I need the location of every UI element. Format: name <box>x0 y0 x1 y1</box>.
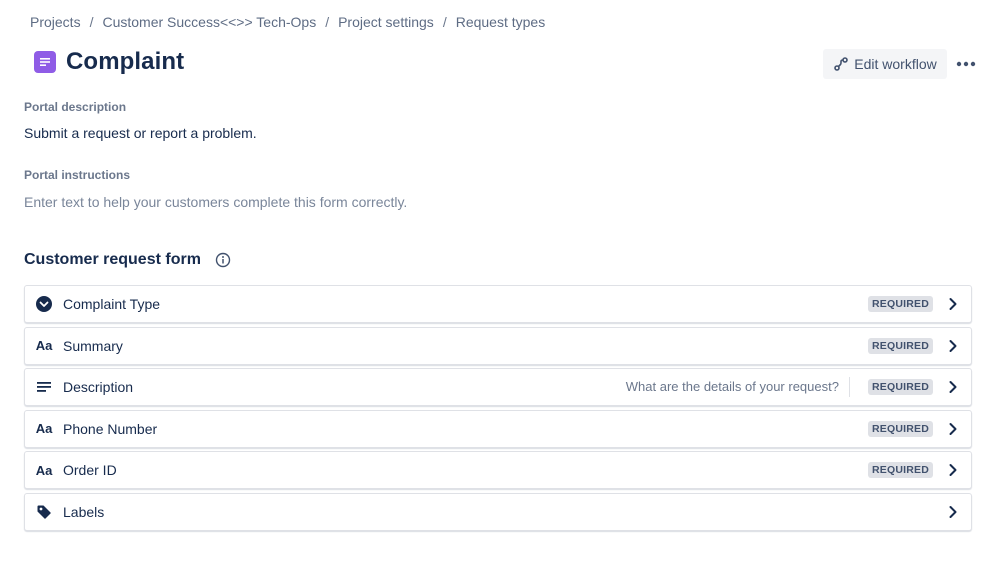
field-label: Description <box>63 379 134 396</box>
breadcrumb: Projects / Customer Success<<>> Tech-Ops / P… <box>30 14 545 30</box>
paragraph-icon <box>35 378 53 396</box>
field-label: Complaint Type <box>63 296 161 312</box>
required-badge: REQUIRED <box>867 296 933 312</box>
info-icon[interactable] <box>215 252 231 268</box>
page-header: Complaint <box>34 48 184 76</box>
required-badge: REQUIRED <box>867 379 933 396</box>
workflow-icon <box>834 57 849 71</box>
text-field-icon: Aa <box>35 338 53 354</box>
select-dropdown-icon <box>35 295 53 313</box>
field-help-text: What are the details of your request? <box>626 377 850 398</box>
breadcrumb-separator: / <box>89 14 94 30</box>
edit-workflow-button[interactable]: Edit workflow <box>823 49 947 79</box>
breadcrumb-projects[interactable]: Projects <box>30 14 81 30</box>
portal-instructions-label: Portal instructions <box>24 168 131 182</box>
section-title-text: Customer request form <box>24 251 201 268</box>
required-badge: REQUIRED <box>867 337 933 354</box>
portal-instructions-input[interactable]: Enter text to help your customers comple… <box>24 194 407 210</box>
more-horizontal-icon <box>956 61 976 67</box>
field-label: Summary <box>63 337 123 354</box>
chevron-right-icon[interactable] <box>945 462 961 478</box>
customer-request-form-heading: Customer request form <box>24 251 231 269</box>
page-title[interactable]: Complaint <box>66 48 184 76</box>
chevron-right-icon[interactable] <box>945 338 961 354</box>
text-field-icon: Aa <box>35 421 53 437</box>
breadcrumb-project-settings[interactable]: Project settings <box>338 14 434 30</box>
breadcrumb-separator: / <box>325 14 330 30</box>
breadcrumb-request-types[interactable]: Request types <box>456 14 546 30</box>
chevron-right-icon[interactable] <box>945 421 961 437</box>
form-field-row-complaint-type[interactable]: Complaint Type REQUIRED <box>24 285 972 323</box>
more-actions-button[interactable] <box>952 52 980 76</box>
chevron-right-icon[interactable] <box>945 504 961 520</box>
breadcrumb-separator: / <box>442 14 447 30</box>
breadcrumb-project[interactable]: Customer Success<<>> Tech-Ops <box>102 14 316 30</box>
field-label: Phone Number <box>63 420 158 437</box>
required-badge: REQUIRED <box>867 420 933 437</box>
text-field-icon: Aa <box>35 462 53 478</box>
label-tag-icon <box>35 503 53 521</box>
form-field-row-description[interactable]: Description What are the details of your… <box>24 368 972 407</box>
form-fields-list: Complaint Type REQUIRED Aa Summary REQUI… <box>24 285 972 535</box>
portal-description-value[interactable]: Submit a request or report a problem. <box>24 125 257 141</box>
request-type-document-icon[interactable] <box>34 51 56 73</box>
form-field-row-summary[interactable]: Aa Summary REQUIRED <box>24 326 972 365</box>
edit-workflow-label: Edit workflow <box>854 56 937 72</box>
field-label: Labels <box>63 503 105 520</box>
portal-description-label: Portal description <box>24 100 127 114</box>
required-badge: REQUIRED <box>867 462 933 479</box>
form-field-row-labels[interactable]: Labels <box>24 492 972 531</box>
chevron-right-icon[interactable] <box>945 296 961 312</box>
field-label: Order ID <box>63 462 117 479</box>
form-field-row-phone-number[interactable]: Aa Phone Number REQUIRED <box>24 409 972 448</box>
chevron-right-icon[interactable] <box>945 379 961 395</box>
form-field-row-order-id[interactable]: Aa Order ID REQUIRED <box>24 451 972 490</box>
